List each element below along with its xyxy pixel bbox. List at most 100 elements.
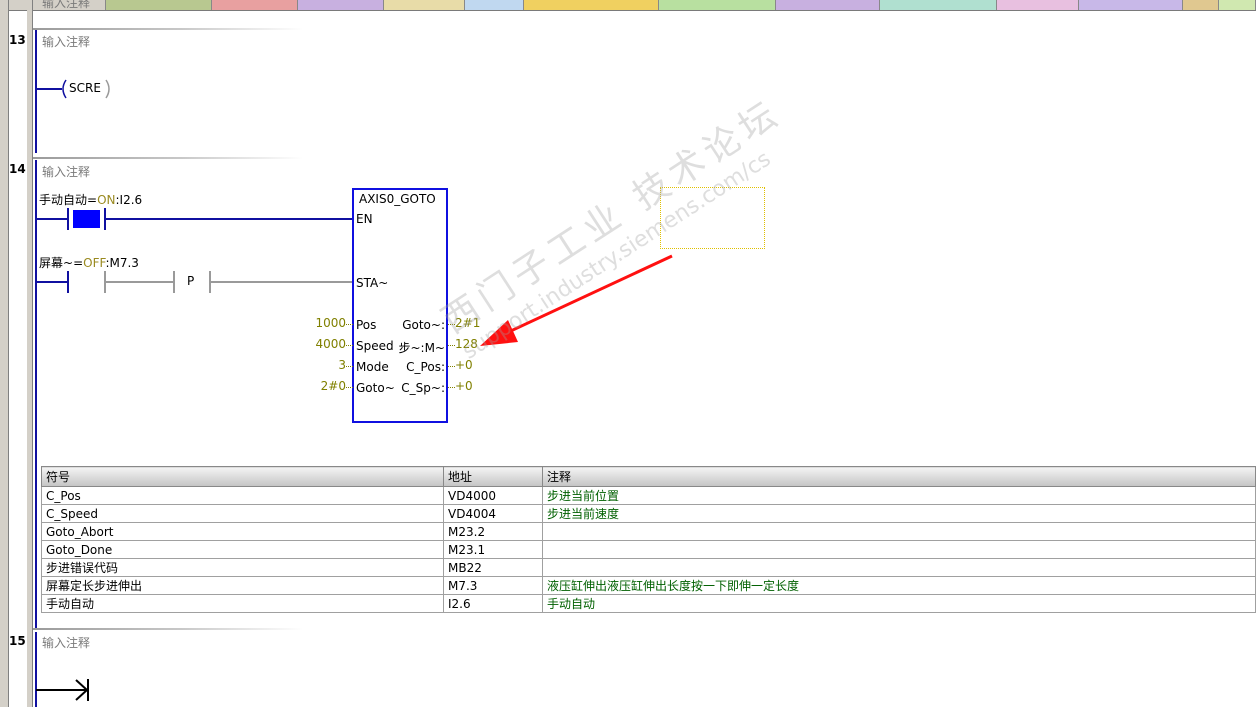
top-strip-segment xyxy=(880,0,998,10)
pin-mode[interactable]: Mode xyxy=(356,360,389,374)
row-symbol[interactable]: 屏幕定长步进伸出 xyxy=(41,576,444,595)
pin-sta[interactable]: STA~ xyxy=(356,276,388,290)
row-comment[interactable] xyxy=(542,522,1256,541)
contact-2-wire-in xyxy=(36,281,68,283)
output-value-c-speed[interactable]: +0 xyxy=(455,379,473,393)
row-comment[interactable]: 液压缸伸出液压缸伸出长度按一下即伸一定长度 xyxy=(542,576,1256,595)
table-row[interactable]: 屏幕定长步进伸出 M7.3 液压缸伸出液压缸伸出长度按一下即伸一定长度 xyxy=(41,576,1256,595)
top-strip-segment xyxy=(1219,0,1256,10)
pin-speed[interactable]: Speed xyxy=(356,339,394,353)
input-value-speed[interactable]: 4000 xyxy=(300,337,346,351)
input-wire-pos xyxy=(346,324,353,325)
table-row[interactable]: 手动自动 I2.6 手动自动 xyxy=(41,594,1256,613)
contact-1-bar-left xyxy=(67,208,69,230)
top-strip-segment xyxy=(211,0,298,10)
network-14-comment[interactable]: 输入注释 xyxy=(42,163,90,180)
input-wire-mode xyxy=(346,366,353,367)
contact-1-wire-out xyxy=(106,218,354,220)
contact-1-energized-fill xyxy=(73,210,100,228)
network-15-number[interactable]: 15 xyxy=(9,634,27,648)
row-address[interactable]: M23.2 xyxy=(443,522,543,541)
contact-2-state: OFF xyxy=(83,256,106,270)
row-address[interactable]: M7.3 xyxy=(443,576,543,595)
network-14-number[interactable]: 14 xyxy=(9,162,27,176)
row-symbol[interactable]: C_Pos xyxy=(41,486,444,505)
table-row[interactable]: Goto_Done M23.1 xyxy=(41,540,1256,559)
pin-goto-done[interactable]: Goto~: xyxy=(402,318,445,332)
top-strip-segment xyxy=(659,0,777,10)
contact-1-label[interactable]: 手动自动=ON:I2.6 xyxy=(39,191,142,208)
row-comment[interactable]: 步进当前位置 xyxy=(542,486,1256,505)
input-wire-goto-abort xyxy=(346,387,353,388)
row-comment[interactable]: 手动自动 xyxy=(542,594,1256,613)
pin-c-speed[interactable]: C_Sp~: xyxy=(401,381,445,395)
top-strip-segment xyxy=(383,0,466,10)
row-symbol[interactable]: C_Speed xyxy=(41,504,444,523)
row-symbol[interactable]: Goto_Abort xyxy=(41,522,444,541)
table-row[interactable]: 步进错误代码 MB22 xyxy=(41,558,1256,577)
table-row[interactable]: C_Pos VD4000 步进当前位置 xyxy=(41,486,1256,505)
row-address[interactable]: VD4000 xyxy=(443,486,543,505)
output-wire-c-pos xyxy=(448,366,455,367)
p-contact-wire-out xyxy=(211,281,354,283)
network-15-end-arrow-icon[interactable] xyxy=(36,677,96,703)
contact-1-no-contact[interactable] xyxy=(67,208,107,230)
table-row[interactable]: Goto_Abort M23.2 xyxy=(41,522,1256,541)
network-13-comment[interactable]: 输入注释 xyxy=(42,33,90,50)
left-gutter xyxy=(0,0,9,707)
top-color-strip xyxy=(0,0,1256,11)
input-value-pos[interactable]: 1000 xyxy=(300,316,346,330)
network-14-power-rail xyxy=(35,160,37,628)
contact-2-label[interactable]: 屏幕~=OFF:M7.3 xyxy=(39,254,139,271)
network-13-separator xyxy=(33,28,303,30)
header-comment[interactable]: 注释 xyxy=(542,466,1256,487)
p-contact-label[interactable]: P xyxy=(187,274,194,288)
row-symbol[interactable]: 手动自动 xyxy=(41,594,444,613)
contact-2-eq: = xyxy=(73,256,84,270)
input-value-mode[interactable]: 3 xyxy=(300,358,346,372)
contact-1-address: :I2.6 xyxy=(115,193,143,207)
row-address[interactable]: M23.1 xyxy=(443,540,543,559)
table-row[interactable]: C_Speed VD4004 步进当前速度 xyxy=(41,504,1256,523)
top-partial-comment: 输入注释 xyxy=(42,0,91,10)
top-strip-segment xyxy=(1078,0,1183,10)
network-14-separator xyxy=(33,157,303,159)
row-address[interactable]: MB22 xyxy=(443,558,543,577)
row-address[interactable]: VD4004 xyxy=(443,504,543,523)
network-13-power-rail xyxy=(35,30,37,153)
network-13-number[interactable]: 13 xyxy=(9,33,27,47)
output-wire-c-speed xyxy=(448,387,455,388)
row-symbol[interactable]: Goto_Done xyxy=(41,540,444,559)
top-strip-segment xyxy=(297,0,384,10)
row-comment[interactable] xyxy=(542,540,1256,559)
pin-goto-abort[interactable]: Goto~ xyxy=(356,381,395,395)
top-strip-segment xyxy=(465,0,525,10)
top-strip-segment xyxy=(776,0,881,10)
contact-2-address: :M7.3 xyxy=(105,256,139,270)
contact-2-bar-left[interactable] xyxy=(67,271,69,293)
input-value-goto-abort[interactable]: 2#0 xyxy=(300,379,346,393)
output-wire-step-err xyxy=(448,345,455,346)
scre-coil[interactable]: SCRE xyxy=(58,78,114,100)
gutter-border xyxy=(32,0,33,707)
header-symbol[interactable]: 符号 xyxy=(41,466,444,487)
network-15-comment[interactable]: 输入注释 xyxy=(42,634,90,651)
row-comment[interactable] xyxy=(542,558,1256,577)
contact-2-name: 屏幕~ xyxy=(39,256,74,270)
contact-1-state: ON xyxy=(97,193,116,207)
scre-coil-label: SCRE xyxy=(69,81,101,95)
contact-2-wire-out xyxy=(106,281,174,283)
top-strip-segment xyxy=(997,0,1079,10)
pin-en[interactable]: EN xyxy=(356,212,373,226)
row-comment[interactable]: 步进当前速度 xyxy=(542,504,1256,523)
top-strip-segment xyxy=(524,0,660,10)
row-address[interactable]: I2.6 xyxy=(443,594,543,613)
contact-1-wire-in xyxy=(36,218,68,220)
pin-step-err[interactable]: 步~:M~ xyxy=(398,339,445,356)
pin-pos[interactable]: Pos xyxy=(356,318,376,332)
symbol-table-header: 符号 地址 注释 xyxy=(41,466,1256,487)
row-symbol[interactable]: 步进错误代码 xyxy=(41,558,444,577)
symbol-table: 符号 地址 注释 C_Pos VD4000 步进当前位置 C_Speed VD4004… xyxy=(41,466,1256,613)
pin-c-pos[interactable]: C_Pos: xyxy=(406,360,445,374)
header-address[interactable]: 地址 xyxy=(443,466,543,487)
